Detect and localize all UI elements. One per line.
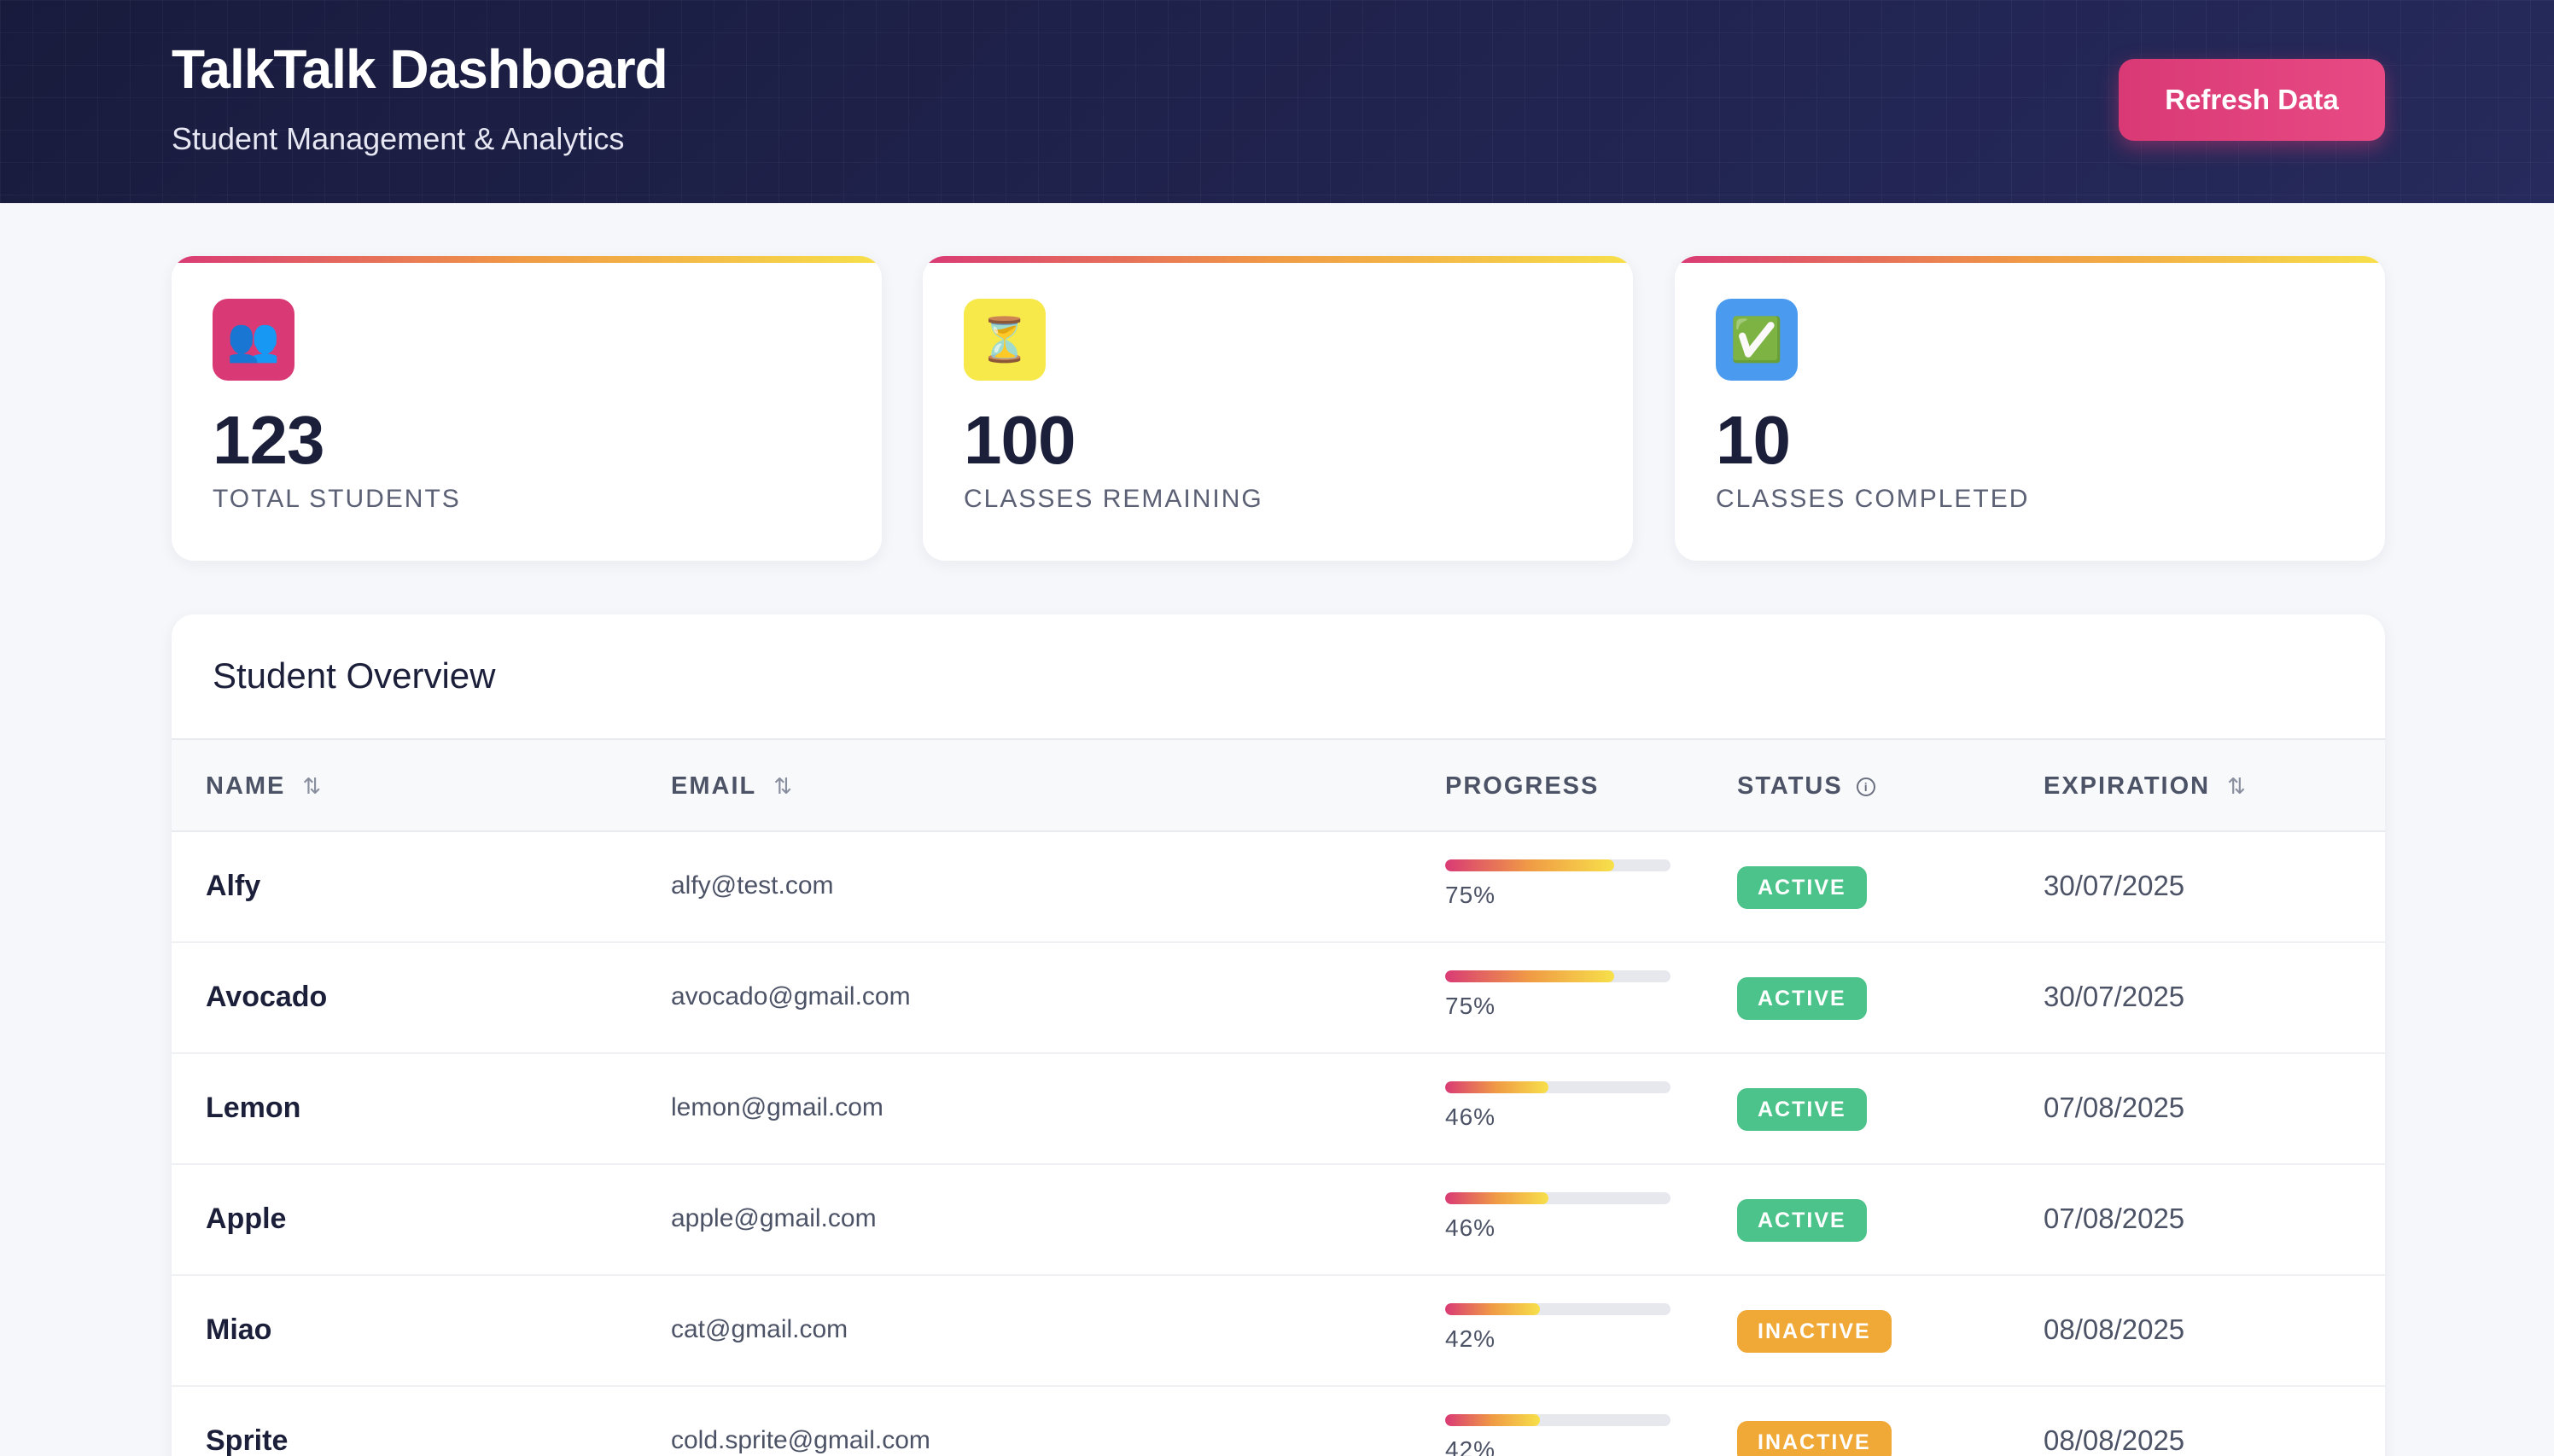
student-name: Sprite [206,1424,289,1456]
column-label: NAME [206,772,286,800]
student-name: Lemon [206,1092,301,1124]
student-email: apple@gmail.com [671,1204,877,1232]
app-subtitle: Student Management & Analytics [172,121,625,156]
student-email: cat@gmail.com [671,1315,848,1343]
progress-fill [1445,1081,1549,1093]
expiration-date: 07/08/2025 [2044,1203,2185,1234]
table-row[interactable]: Apple apple@gmail.com 46% ACTIVE 07/08/2025 [172,1165,2385,1276]
student-email: lemon@gmail.com [671,1093,883,1121]
stat-value: 100 [964,402,1076,478]
panel-title: Student Overview [213,655,496,696]
progress-percent: 75% [1445,882,1496,908]
table-row[interactable]: Avocado avocado@gmail.com 75% ACTIVE 30/07/2… [172,943,2385,1054]
column-header-progress: PROGRESS [1445,772,1599,801]
progress-fill [1445,1192,1549,1204]
table-header: NAME ⇅ EMAIL ⇅ PROGRESS STATUS i EXPIRAT… [172,738,2385,832]
stat-label: CLASSES REMAINING [964,485,1263,513]
progress-fill [1445,970,1614,982]
card-accent-bar [172,256,882,263]
progress-percent: 46% [1445,1214,1496,1241]
stat-label: TOTAL STUDENTS [213,485,461,513]
card-accent-bar [923,256,1633,263]
progress-bar [1445,970,1671,982]
status-badge: ACTIVE [1737,866,1867,909]
column-header-expiration[interactable]: EXPIRATION ⇅ [2044,772,2246,801]
progress-fill [1445,859,1614,871]
student-email: avocado@gmail.com [671,982,911,1010]
progress-bar [1445,1192,1671,1204]
table-row[interactable]: Sprite cold.sprite@gmail.com 42% INACTIVE 08… [172,1387,2385,1456]
student-email: cold.sprite@gmail.com [671,1426,930,1454]
column-label: EMAIL [671,772,757,800]
hourglass-icon: ⏳ [964,299,1046,381]
column-header-name[interactable]: NAME ⇅ [206,772,321,801]
app-title: TalkTalk Dashboard [172,38,668,100]
expiration-date: 07/08/2025 [2044,1092,2185,1123]
column-label: EXPIRATION [2044,772,2211,800]
table-row[interactable]: Lemon lemon@gmail.com 46% ACTIVE 07/08/2025 [172,1054,2385,1165]
stat-card-classes-completed: ✅ 10 CLASSES COMPLETED [1675,256,2385,561]
expiration-date: 08/08/2025 [2044,1313,2185,1345]
column-header-email[interactable]: EMAIL ⇅ [671,772,792,801]
stat-card-classes-remaining: ⏳ 100 CLASSES REMAINING [923,256,1633,561]
sort-icon[interactable]: ⇅ [773,773,792,800]
progress-percent: 46% [1445,1104,1496,1130]
column-label: PROGRESS [1445,772,1600,800]
users-icon: 👥 [213,299,294,381]
sort-icon[interactable]: ⇅ [302,773,321,800]
student-name: Alfy [206,870,261,902]
expiration-date: 08/08/2025 [2044,1424,2185,1456]
status-badge: INACTIVE [1737,1421,1892,1456]
progress-bar [1445,859,1671,871]
card-accent-bar [1675,256,2385,263]
info-icon[interactable]: i [1856,777,1875,796]
dashboard-header: TalkTalk Dashboard Student Management & … [0,0,2554,203]
progress-bar [1445,1414,1671,1426]
student-email: alfy@test.com [671,871,834,900]
refresh-data-button[interactable]: Refresh Data [2119,59,2385,141]
table-row[interactable]: Miao cat@gmail.com 42% INACTIVE 08/08/2025 [172,1276,2385,1387]
stat-value: 123 [213,402,324,478]
student-name: Miao [206,1313,272,1346]
student-name: Avocado [206,981,328,1013]
progress-fill [1445,1303,1540,1315]
status-badge: ACTIVE [1737,977,1867,1020]
progress-fill [1445,1414,1540,1426]
stat-value: 10 [1716,402,1791,478]
progress-bar [1445,1081,1671,1093]
column-label: STATUS [1737,772,1843,800]
progress-percent: 42% [1445,1436,1496,1456]
table-row[interactable]: Alfy alfy@test.com 75% ACTIVE 30/07/2025 [172,832,2385,943]
column-header-status: STATUS i [1737,772,1875,801]
progress-percent: 42% [1445,1325,1496,1352]
sort-icon[interactable]: ⇅ [2227,773,2246,800]
check-icon: ✅ [1716,299,1798,381]
stat-card-total-students: 👥 123 TOTAL STUDENTS [172,256,882,561]
expiration-date: 30/07/2025 [2044,981,2185,1012]
stat-label: CLASSES COMPLETED [1716,485,2030,513]
progress-bar [1445,1303,1671,1315]
status-badge: INACTIVE [1737,1310,1892,1353]
student-name: Apple [206,1203,287,1235]
progress-percent: 75% [1445,993,1496,1019]
status-badge: ACTIVE [1737,1199,1867,1242]
student-overview-panel: Student Overview NAME ⇅ EMAIL ⇅ PROGRESS… [172,614,2385,1456]
expiration-date: 30/07/2025 [2044,870,2185,901]
status-badge: ACTIVE [1737,1088,1867,1131]
